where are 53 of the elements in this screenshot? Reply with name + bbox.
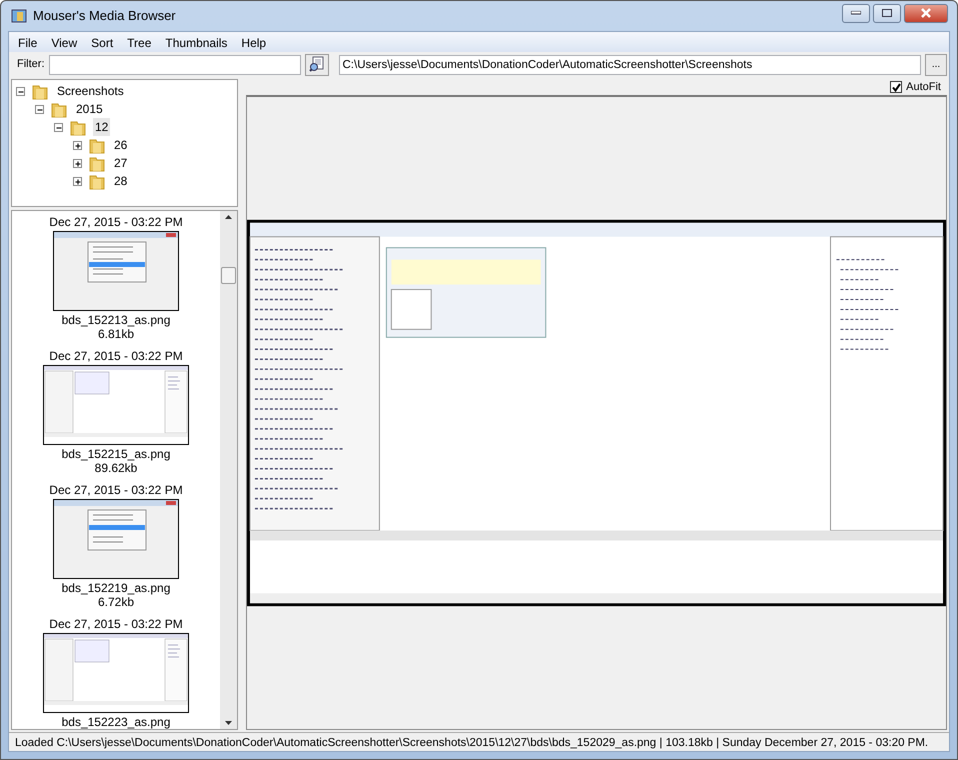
screenshot-thumbnail-drawing[interactable] [43,633,189,713]
autofit-checkbox[interactable] [890,81,902,93]
thumbnail-filename: bds_152213_as.png [62,313,170,327]
thumbnail-filename: bds_152223_as.png [62,715,170,729]
thumbnail-filename: bds_152215_as.png [62,447,170,461]
scroll-down-icon[interactable] [225,721,232,725]
status-bar: Loaded C:\Users\jesse\Documents\DonationCoder\AutomaticScreenshotter\Screenshots\2015\12\27\bds\bds_152029_as.png | 103.18kb | Sunday December 27, 2015 - 03:20 PM. [9,732,949,751]
scroll-up-icon[interactable] [225,215,232,219]
folder-node[interactable]: 26 [112,136,130,154]
thumbnail-date: Dec 27, 2015 - 03:22 PM [49,215,183,229]
maximize-button[interactable] [873,4,901,22]
search-button[interactable] [304,54,328,76]
expander-icon[interactable] [54,122,63,132]
expander-icon[interactable] [73,158,82,168]
thumbnail-date: Dec 27, 2015 - 03:22 PM [49,349,183,363]
menu-item[interactable]: View [44,32,84,52]
thumbnail-size: 89.62kb [94,461,138,475]
app-icon [11,8,27,24]
menu-item[interactable]: Sort [84,32,120,52]
screenshot-thumbnail-drawing[interactable] [43,365,189,445]
screenshot-thumbnail-drawing[interactable] [52,231,179,311]
window-title: Mouser's Media Browser [33,7,176,26]
browse-button[interactable]: ... [925,54,947,76]
folder-node[interactable]: 12 [93,118,110,136]
screenshot-thumbnail-drawing[interactable] [52,499,179,579]
menu-item[interactable]: File [11,32,44,52]
expander-icon[interactable] [73,176,82,186]
filter-field[interactable] [48,54,300,74]
thumbnail-date: Dec 27, 2015 - 03:22 PM [49,617,183,631]
path-field[interactable]: C:\Users\jesse\Documents\DonationCoder\AutomaticScreenshotter\Screenshots [338,54,921,74]
menu-item[interactable]: Thumbnails [158,32,234,52]
thumbnail-date: Dec 27, 2015 - 03:22 PM [49,483,183,497]
scroll-thumb[interactable] [221,267,236,284]
close-icon [920,8,932,18]
autofit-label: AutoFit [906,80,941,95]
expander-icon[interactable] [73,140,82,150]
menu-item[interactable]: Tree [120,32,158,52]
expander-icon[interactable] [35,104,44,114]
minimize-icon [851,11,861,15]
thumbnail-size: 6.72kb [98,595,134,609]
filter-label: Filter: [17,57,44,72]
thumbnail-filename: bds_152219_as.png [62,581,170,595]
scrollbar[interactable] [220,211,237,729]
folder-node[interactable]: Screenshots [55,82,126,100]
maximize-icon [882,9,892,17]
close-button[interactable] [904,4,948,22]
folder-node[interactable]: 2015 [74,100,105,118]
menu-item[interactable]: Help [234,32,274,52]
thumbnail-size: 6.81kb [98,327,134,341]
folder-node[interactable]: 28 [112,172,130,190]
folder-node[interactable]: 27 [112,154,130,172]
minimize-button[interactable] [842,4,870,22]
expander-icon[interactable] [16,86,25,96]
